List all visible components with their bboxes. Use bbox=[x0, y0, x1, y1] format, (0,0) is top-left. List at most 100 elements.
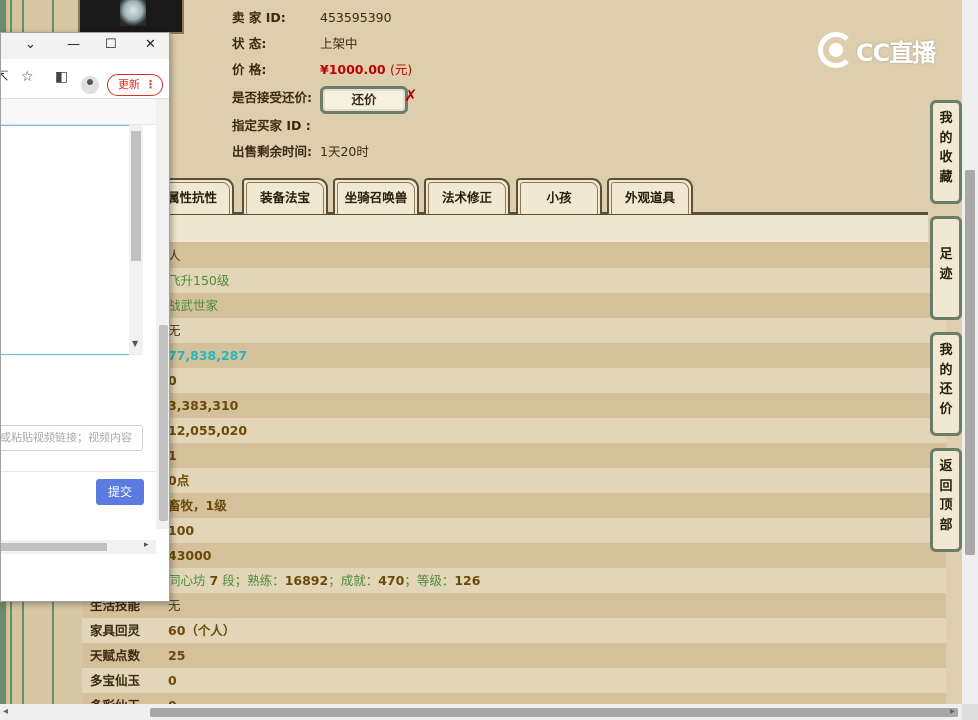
row-value: 77,838,287 bbox=[168, 348, 248, 363]
side-label-char: 返 bbox=[939, 459, 953, 474]
scrollbar-thumb[interactable] bbox=[150, 708, 958, 717]
scrollbar-thumb[interactable] bbox=[965, 170, 975, 555]
tab-equipment[interactable]: 装备法宝 bbox=[242, 178, 328, 214]
row-key: 多宝仙玉 bbox=[90, 673, 141, 688]
row-value: 战武世家 bbox=[168, 298, 219, 313]
update-button[interactable]: 更新 ⋮ bbox=[107, 74, 163, 96]
video-link-input[interactable]: 或粘贴视频链接；视频内容 bbox=[1, 425, 143, 451]
workshop-rank: 7 bbox=[209, 573, 219, 588]
table-header bbox=[82, 215, 928, 243]
attribute-table: 人 飞升150级 战武世家 无 77,838,287 0 3,383,310 1… bbox=[82, 215, 946, 720]
feedback-textarea[interactable] bbox=[1, 125, 143, 355]
cc-live-logo: CC直播 bbox=[818, 32, 936, 68]
item-thumbnail[interactable] bbox=[78, 0, 184, 34]
maximize-button[interactable]: ☐ bbox=[105, 37, 117, 52]
price-unit: (元) bbox=[390, 62, 413, 77]
row-value: 畜牧，1级 bbox=[168, 498, 227, 513]
overlay-browser-window: ⌄ — ☐ ✕ ⇱ ☆ ◧ 更新 ⋮ ▼ 或粘贴视频链接；视频内容 提交 ▸ bbox=[0, 32, 170, 602]
seller-label: 卖 家 ID: bbox=[232, 10, 286, 25]
workshop-proficiency-label: 段；熟练： bbox=[222, 573, 285, 588]
table-row: 100 bbox=[82, 518, 946, 543]
table-row: 12,055,020 bbox=[82, 418, 946, 443]
workshop-name: 同心坊 bbox=[168, 573, 206, 588]
workshop-achievement-label: ；成就： bbox=[328, 573, 379, 588]
side-label-char: 顶 bbox=[939, 498, 953, 513]
seller-row: 卖 家 ID: 453595390 bbox=[232, 8, 392, 28]
status-value: 上架中 bbox=[320, 36, 358, 51]
row-key: 天赋点数 bbox=[90, 648, 141, 663]
time-label: 出售剩余时间: bbox=[232, 144, 312, 159]
window-titlebar: ⌄ — ☐ ✕ bbox=[1, 33, 169, 59]
side-label-char: 回 bbox=[939, 478, 953, 494]
row-key: 家具回灵 bbox=[90, 623, 141, 638]
share-icon[interactable]: ⇱ bbox=[1, 69, 9, 85]
workshop-level: 126 bbox=[454, 573, 481, 588]
my-bargains-button[interactable]: 我 的 还 价 bbox=[930, 332, 962, 436]
table-row: 战武世家 bbox=[82, 293, 946, 318]
page-vertical-scrollbar[interactable] bbox=[962, 0, 978, 704]
table-row: 飞升150级 bbox=[82, 268, 946, 293]
row-value: 12,055,020 bbox=[168, 423, 248, 438]
scroll-right-icon[interactable]: ▸ bbox=[144, 540, 149, 550]
bookmark-star-icon[interactable]: ☆ bbox=[21, 69, 34, 85]
side-label-char: 迹 bbox=[939, 266, 953, 282]
chevron-down-icon[interactable]: ⌄ bbox=[25, 37, 36, 52]
buyer-label: 指定买家 ID : bbox=[232, 118, 311, 133]
tab-appearance-items[interactable]: 外观道具 bbox=[607, 178, 693, 214]
side-label-char: 我 bbox=[939, 343, 953, 358]
scroll-right-icon[interactable]: ▸ bbox=[950, 706, 955, 717]
price-label: 价 格: bbox=[232, 62, 267, 77]
minimize-button[interactable]: — bbox=[67, 37, 80, 52]
textarea-scrollbar[interactable]: ▼ bbox=[129, 125, 143, 355]
tab-spell-correction[interactable]: 法术修正 bbox=[424, 178, 510, 214]
bargain-row: 是否接受还价: 还价 ✗ bbox=[232, 86, 417, 114]
workshop-proficiency: 16892 bbox=[284, 573, 329, 588]
table-row: 多宝仙玉 0 bbox=[82, 668, 946, 693]
table-row: 无 bbox=[82, 318, 946, 343]
profile-avatar-icon[interactable] bbox=[81, 76, 99, 94]
divider bbox=[1, 471, 156, 472]
scroll-down-icon[interactable]: ▼ bbox=[132, 339, 138, 348]
page-strip bbox=[1, 99, 169, 125]
menu-dots-icon[interactable]: ⋮ bbox=[145, 75, 156, 95]
scrollbar-thumb[interactable] bbox=[131, 131, 141, 261]
tab-mounts-pets[interactable]: 坐骑召唤兽 bbox=[333, 178, 419, 214]
window-horizontal-scrollbar[interactable]: ▸ bbox=[1, 540, 156, 554]
scrollbar-thumb[interactable] bbox=[159, 325, 168, 521]
window-vertical-scrollbar[interactable] bbox=[156, 99, 169, 529]
row-value: 43000 bbox=[168, 548, 212, 563]
seller-id: 453595390 bbox=[320, 10, 392, 25]
close-button[interactable]: ✕ bbox=[145, 37, 156, 52]
update-label: 更新 bbox=[118, 78, 140, 91]
side-label-char: 价 bbox=[939, 401, 953, 417]
back-to-top-button[interactable]: 返 回 顶 部 bbox=[930, 448, 962, 552]
table-row: 0 bbox=[82, 368, 946, 393]
scroll-left-icon[interactable]: ◂ bbox=[3, 706, 8, 717]
page-horizontal-scrollbar[interactable]: ◂ ▸ bbox=[0, 704, 978, 720]
table-row: 畜牧，1级 bbox=[82, 493, 946, 518]
price-amount: ¥1000.00 bbox=[320, 62, 386, 77]
row-value: 60（个人） bbox=[168, 623, 236, 638]
bargain-button[interactable]: 还价 bbox=[320, 86, 408, 114]
table-row: 天赋点数 25 bbox=[82, 643, 946, 668]
table-row: 家具回灵 60（个人） bbox=[82, 618, 946, 643]
submit-button[interactable]: 提交 bbox=[96, 479, 144, 505]
logo-text: CC直播 bbox=[856, 38, 936, 67]
table-row: 3,383,310 bbox=[82, 393, 946, 418]
my-favorites-button[interactable]: 我 的 收 藏 bbox=[930, 100, 962, 204]
footprints-button[interactable]: 足 迹 bbox=[930, 216, 962, 320]
buyer-row: 指定买家 ID : bbox=[232, 116, 320, 136]
sidebar-icon[interactable]: ◧ bbox=[55, 69, 68, 85]
status-row: 状 态: 上架中 bbox=[232, 34, 358, 54]
workshop-achievement: 470 bbox=[378, 573, 405, 588]
tab-children[interactable]: 小孩 bbox=[516, 178, 602, 214]
side-label-char: 的 bbox=[939, 130, 953, 146]
side-label-char: 藏 bbox=[939, 169, 953, 185]
row-value: 3,383,310 bbox=[168, 398, 239, 413]
table-row: 1 bbox=[82, 443, 946, 468]
row-value: 飞升150级 bbox=[168, 273, 230, 288]
scrollbar-thumb[interactable] bbox=[1, 543, 107, 551]
price-value: ¥1000.00 (元) bbox=[320, 62, 412, 77]
time-value: 1天20时 bbox=[320, 144, 369, 159]
table-row: 同心坊 7 段；熟练：16892；成就：470；等级：126 bbox=[82, 568, 946, 593]
